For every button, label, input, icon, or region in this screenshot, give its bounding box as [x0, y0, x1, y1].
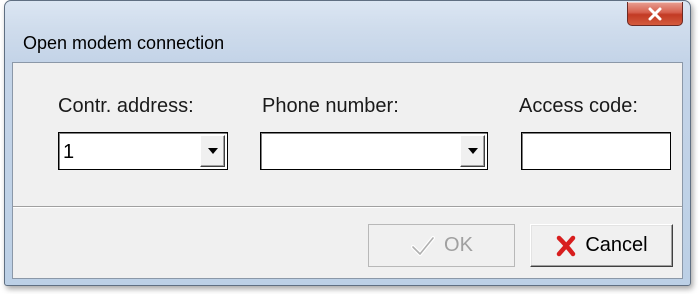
- red-x-icon: [557, 235, 576, 256]
- cancel-button[interactable]: Cancel: [530, 224, 673, 267]
- contr-address-combo[interactable]: 1: [58, 132, 228, 170]
- phone-number-combo[interactable]: [260, 132, 488, 170]
- contr-address-dropdown-button[interactable]: [200, 135, 225, 167]
- chevron-down-icon: [207, 148, 218, 154]
- access-code-input[interactable]: [521, 132, 671, 170]
- window-title: Open modem connection: [23, 33, 225, 53]
- phone-number-dropdown-button[interactable]: [460, 135, 485, 167]
- access-code-label: Access code:: [519, 95, 638, 117]
- ok-button[interactable]: OK: [368, 224, 515, 267]
- chevron-down-icon: [467, 148, 478, 154]
- close-button[interactable]: [627, 2, 683, 26]
- separator-line: [13, 206, 682, 208]
- close-icon: [648, 7, 662, 20]
- cancel-button-label: Cancel: [585, 234, 648, 256]
- contr-address-value: 1: [63, 141, 75, 163]
- phone-number-label: Phone number:: [262, 95, 399, 117]
- contr-address-label: Contr. address:: [58, 95, 194, 117]
- ok-button-label: OK: [444, 234, 473, 256]
- title-bar[interactable]: Open modem connection: [5, 1, 690, 61]
- dialog-window: Open modem connection Contr. address: Ph…: [4, 0, 691, 286]
- checkmark-icon: [411, 235, 436, 256]
- dialog-body: Contr. address: Phone number: Access cod…: [12, 62, 683, 279]
